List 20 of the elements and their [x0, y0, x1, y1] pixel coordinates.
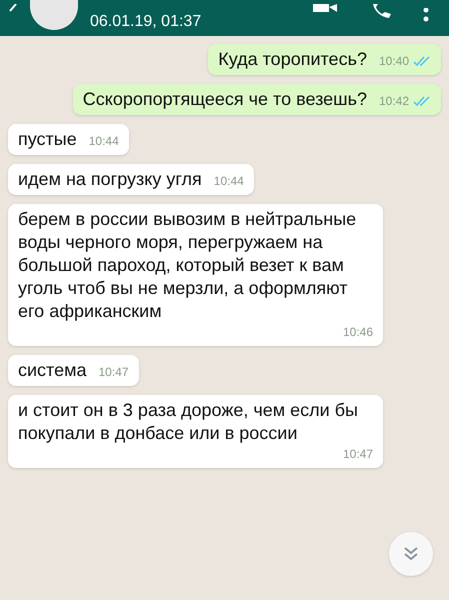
- avatar[interactable]: [30, 0, 78, 30]
- message-time: 10:42: [378, 93, 409, 110]
- message-text: Куда торопитесь?: [218, 48, 367, 71]
- menu-icon[interactable]: [423, 8, 429, 22]
- message-text: берем в россии вывозим в нейтральные воды черного моря, перегружаем на большой пароход, который везет к вам уголь чтоб вы не мерзли, а оформляют его африканским: [18, 208, 358, 323]
- message-text: Сскоропортящееся че то везешь?: [82, 88, 367, 111]
- last-seen-text: 06.01.19, 01:37: [90, 14, 202, 30]
- message-text: система: [18, 359, 86, 382]
- message-time: 10:44: [88, 133, 119, 150]
- message-text: и стоит он в 3 раза дороже, чем если бы покупали в донбасе или в россии: [18, 399, 359, 445]
- message-text: идем на погрузку угля: [18, 168, 202, 191]
- scroll-down-button[interactable]: [389, 532, 433, 576]
- message-time: 10:40: [378, 53, 409, 70]
- message-time: 10:47: [342, 446, 373, 463]
- message-time: 10:47: [98, 364, 129, 381]
- phone-icon[interactable]: [371, 4, 391, 18]
- double-chevron-down-icon: [403, 546, 419, 562]
- message-text: пустые: [18, 128, 77, 151]
- message-time: 10:44: [214, 173, 244, 190]
- message-time: 10:46: [342, 324, 373, 341]
